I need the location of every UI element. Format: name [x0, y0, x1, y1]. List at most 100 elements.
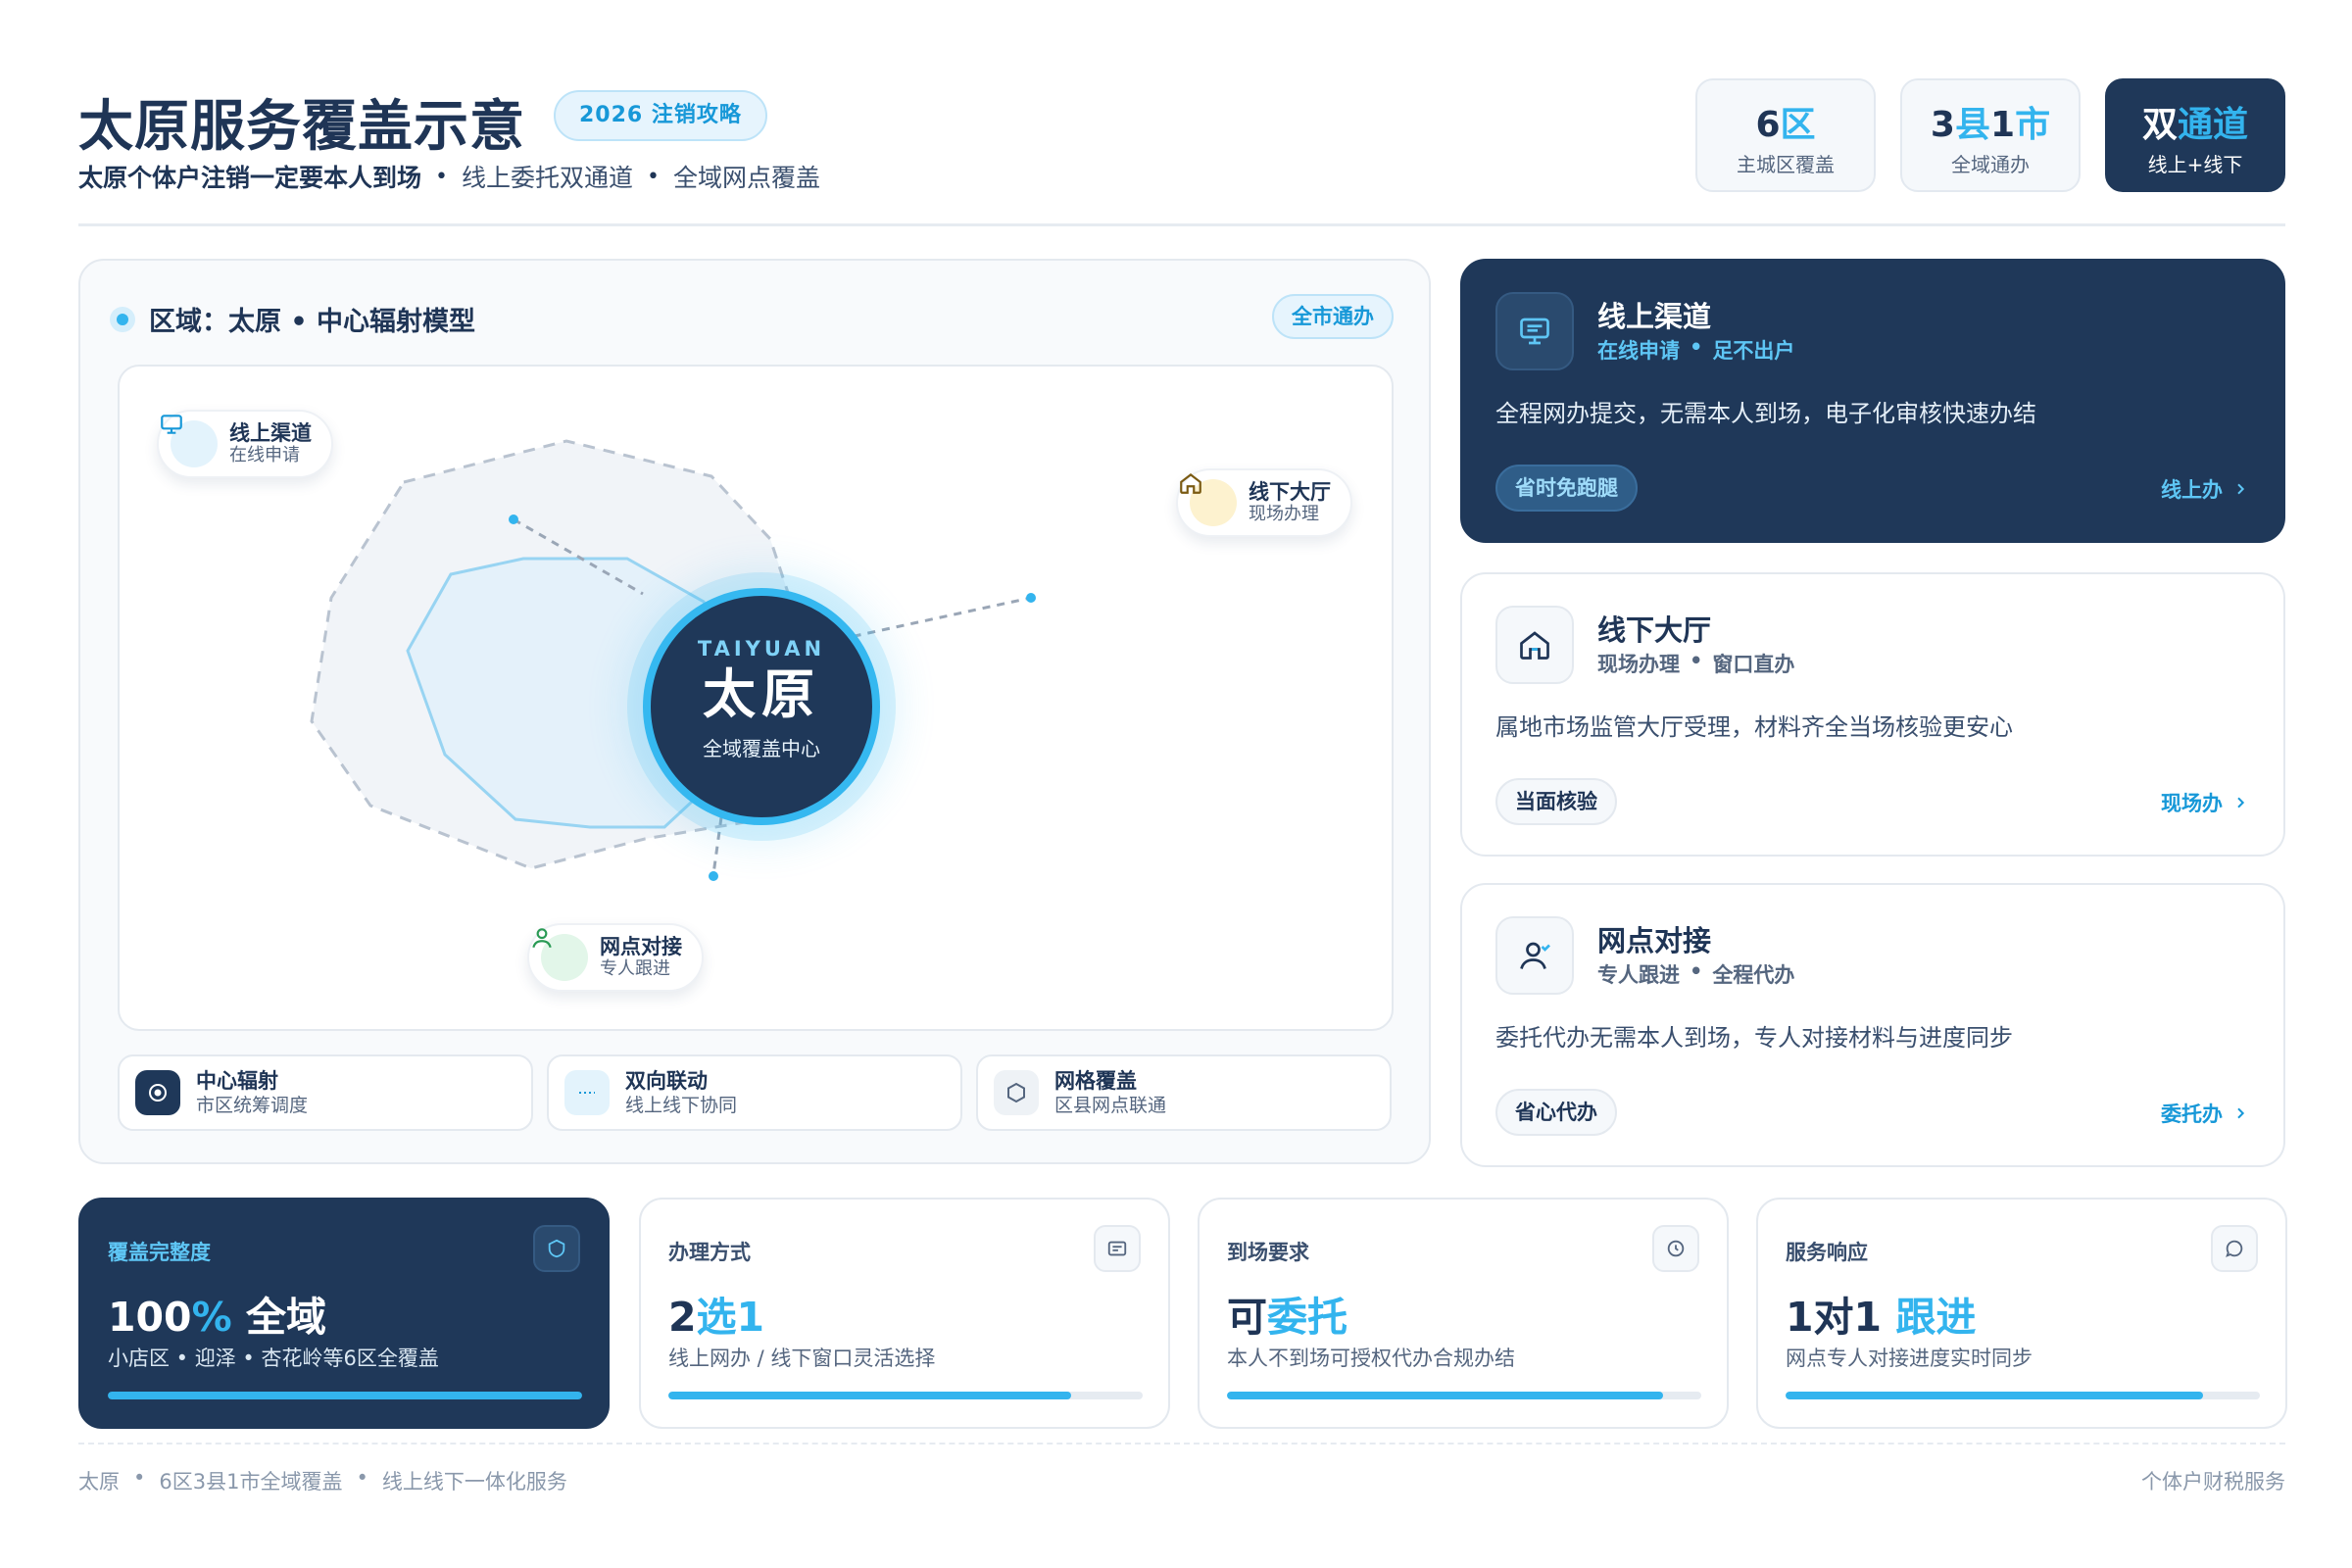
stat-unit: 区 — [1780, 105, 1816, 145]
channel-tags: 现场办理 • 窗口直办 — [1597, 649, 1794, 678]
metric-note: 小店区 • 迎泽 • 杏花岭等6区全覆盖 — [108, 1347, 439, 1370]
legend-two-way-link: 双向联动 线上线下协同 — [547, 1054, 962, 1131]
pin-subtitle: 在线申请 — [229, 445, 300, 466]
chevron-right-icon — [2237, 483, 2245, 495]
shield-icon — [533, 1225, 580, 1272]
subtitle-separator: • — [435, 164, 448, 189]
stat-unit: 县 — [1954, 105, 1990, 145]
channel-description: 全程网办提交，无需本人到场，电子化审核快速办结 — [1495, 400, 2036, 427]
metric-note: 本人不到场可授权代办合规办结 — [1227, 1347, 1515, 1370]
metric-value: 2选1 — [668, 1294, 765, 1341]
node-dot — [709, 871, 718, 881]
stat-label: 主城区覆盖 — [1737, 153, 1835, 176]
map-heading: 区域：太原 • 中心辐射模型 — [110, 300, 475, 338]
stat-unit: 市 — [2015, 105, 2051, 145]
stat-number: 6 — [1755, 105, 1781, 145]
footer-service: 线上线下一体化服务 — [381, 1470, 567, 1494]
metric-progress-fill — [668, 1392, 1072, 1399]
coverage-map-panel: 区域：太原 • 中心辐射模型 全市通办 TAIYUAN 太原 全域覆盖中心 线上… — [78, 259, 1431, 1164]
legend-grid-coverage: 网格覆盖 区县网点联通 — [976, 1054, 1392, 1131]
channel-name: 线上渠道 — [1597, 300, 1712, 333]
metric-label: 到场要求 — [1227, 1241, 1309, 1264]
pin-offline-hall[interactable]: 线下大厅 现场办理 — [1176, 468, 1352, 537]
channel-description: 属地市场监管大厅受理，材料齐全当场核验更安心 — [1495, 713, 2013, 741]
legend-title: 中心辐射 — [196, 1068, 278, 1093]
subtitle-lead: 太原个体户注销一定要本人到场 — [78, 164, 422, 192]
metric-progress-track — [108, 1392, 582, 1399]
channel-tags: 在线申请 • 足不出户 — [1597, 335, 1794, 365]
legend-subtitle: 线上线下协同 — [625, 1094, 738, 1116]
footer-brand: 个体户财税服务 — [2141, 1470, 2285, 1494]
pin-service-point[interactable]: 网点对接 专人跟进 — [527, 923, 704, 992]
stat-districts: 6区 主城区覆盖 — [1695, 78, 1876, 192]
metric-progress-track — [1227, 1392, 1701, 1399]
footer-coverage: 6区3县1市全域覆盖 — [159, 1470, 343, 1494]
metric-value: 1对1 跟进 — [1786, 1294, 1977, 1341]
channel-name: 网点对接 — [1597, 924, 1712, 957]
tag-separator: • — [1690, 649, 1703, 672]
channel-name: 线下大厅 — [1597, 613, 1712, 647]
legend-subtitle: 市区统筹调度 — [196, 1094, 309, 1116]
channel-link-service-point[interactable]: 委托办 — [2161, 1099, 2248, 1128]
metric-label: 服务响应 — [1786, 1241, 1868, 1264]
tag-separator: • — [1690, 335, 1703, 359]
node-dot — [509, 514, 518, 524]
subtitle-separator: • — [647, 164, 660, 189]
person-icon — [1495, 916, 1574, 995]
home-icon — [1180, 472, 1237, 526]
footer-left: 太原 • 6区3县1市全域覆盖 • 线上线下一体化服务 — [78, 1466, 567, 1495]
stat-number: 1 — [1990, 105, 2016, 145]
channel-tag: 专人跟进 — [1597, 963, 1680, 987]
metric-attendance: 到场要求 可委托 本人不到场可授权代办合规办结 — [1198, 1198, 1729, 1429]
citywide-tag: 全市通办 — [1272, 294, 1394, 339]
tag-separator: • — [1690, 959, 1703, 983]
page-title: 太原服务覆盖示意 — [78, 95, 525, 159]
channel-tags: 专人跟进 • 全程代办 — [1597, 959, 1794, 989]
chat-icon — [2211, 1225, 2258, 1272]
footer-city: 太原 — [78, 1470, 120, 1494]
center-english-label: TAIYUAN — [697, 637, 826, 661]
channel-card-offline[interactable]: 线下大厅 现场办理 • 窗口直办 属地市场监管大厅受理，材料齐全当场核验更安心 … — [1460, 572, 2285, 857]
channel-link-label: 现场办 — [2161, 792, 2223, 815]
channel-tag: 窗口直办 — [1712, 653, 1795, 676]
stat-channels: 双通道 线上+线下 — [2105, 78, 2285, 192]
pin-online-channel[interactable]: 线上渠道 在线申请 — [157, 410, 333, 478]
monitor-icon — [1495, 292, 1574, 370]
channel-card-service-point[interactable]: 网点对接 专人跟进 • 全程代办 委托代办无需本人到场，专人对接材料与进度同步 … — [1460, 883, 2285, 1167]
monitor-icon — [161, 415, 218, 467]
subtitle-item: 线上委托双通道 — [462, 164, 634, 192]
channel-tag: 现场办理 — [1597, 653, 1680, 676]
metric-label: 覆盖完整度 — [108, 1241, 211, 1264]
channel-link-online[interactable]: 线上办 — [2161, 474, 2248, 504]
metric-progress-fill — [1227, 1392, 1664, 1399]
stat-number: 双 — [2141, 105, 2178, 145]
metric-value: 可委托 — [1227, 1294, 1348, 1341]
channel-card-online[interactable]: 线上渠道 在线申请 • 足不出户 全程网办提交，无需本人到场，电子化审核快速办结… — [1460, 259, 2285, 543]
metric-note: 网点专人对接进度实时同步 — [1786, 1347, 2033, 1370]
legend-title: 双向联动 — [625, 1068, 708, 1093]
page-subtitle: 太原个体户注销一定要本人到场 • 线上委托双通道 • 全域网点覆盖 — [78, 159, 820, 194]
legend-subtitle: 区县网点联通 — [1054, 1094, 1167, 1116]
stat-label: 线上+线下 — [2147, 153, 2243, 176]
footer-separator: • — [356, 1466, 368, 1490]
chevron-right-icon — [2237, 1107, 2245, 1119]
pin-subtitle: 专人跟进 — [600, 958, 670, 979]
channel-tag: 全程代办 — [1712, 963, 1795, 987]
footer-divider — [78, 1443, 2285, 1445]
metric-progress-fill — [1786, 1392, 2203, 1399]
link-icon — [564, 1070, 610, 1115]
metric-method: 办理方式 2选1 线上网办 / 线下窗口灵活选择 — [639, 1198, 1170, 1429]
taiyuan-center-node: TAIYUAN 太原 全域覆盖中心 — [643, 588, 880, 825]
metric-progress-fill — [108, 1392, 582, 1399]
header-divider — [78, 223, 2285, 226]
pin-title: 线下大厅 — [1249, 480, 1331, 504]
center-city-label: 太原 — [703, 663, 820, 725]
chevron-right-icon — [2237, 797, 2245, 808]
channel-tag: 足不出户 — [1712, 339, 1795, 363]
map-canvas: TAIYUAN 太原 全域覆盖中心 线上渠道 在线申请 线下大厅 现场办理 网点… — [118, 365, 1394, 1031]
metric-label: 办理方式 — [668, 1241, 751, 1264]
channel-benefit-pill: 当面核验 — [1495, 778, 1617, 825]
subtitle-item: 全域网点覆盖 — [673, 164, 821, 192]
year-badge: 2026 注销攻略 — [554, 90, 767, 141]
channel-link-offline[interactable]: 现场办 — [2161, 788, 2248, 817]
